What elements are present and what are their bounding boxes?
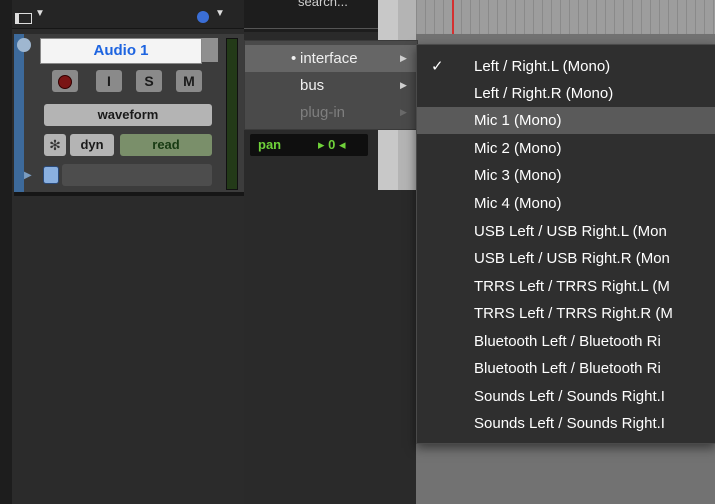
- interface-input-menu: ✓ Left / Right.L (Mono) Left / Right.R (…: [416, 44, 715, 444]
- submenu-item-interface[interactable]: • interface ▶: [245, 45, 417, 72]
- menu-item[interactable]: Mic 4 (Mono): [417, 190, 715, 217]
- level-meter: [226, 38, 238, 190]
- volume-icon[interactable]: [43, 166, 59, 184]
- input-type-submenu: • interface ▶ bus ▶ plug-in ▶: [244, 40, 418, 130]
- menu-item-label: TRRS Left / TRRS Right.L (M: [474, 278, 670, 295]
- menu-item[interactable]: Sounds Left / Sounds Right.I: [417, 410, 715, 437]
- track-color-bar: [14, 34, 24, 192]
- bullet-icon: •: [291, 50, 297, 67]
- elastic-audio-icon[interactable]: ✻: [44, 134, 66, 156]
- menu-item-label: TRRS Left / TRRS Right.R (M: [474, 305, 673, 322]
- menu-item-label: Bluetooth Left / Bluetooth Ri: [474, 333, 661, 350]
- menu-item-label: Sounds Left / Sounds Right.I: [474, 415, 665, 432]
- chevron-down-icon[interactable]: ▼: [215, 8, 225, 19]
- submenu-item-label: interface: [300, 50, 358, 67]
- chevron-right-icon: ▶: [400, 80, 407, 90]
- track-view-icon[interactable]: [15, 13, 32, 24]
- menu-item-label: Mic 3 (Mono): [474, 167, 562, 184]
- menu-item[interactable]: Mic 3 (Mono): [417, 162, 715, 189]
- pan-value-text: 0: [328, 137, 336, 152]
- menu-item-label: Bluetooth Left / Bluetooth Ri: [474, 360, 661, 377]
- menu-item-label: Mic 1 (Mono): [474, 112, 562, 129]
- submenu-item-label: plug-in: [300, 104, 346, 121]
- edit-window-left-edge: [0, 0, 12, 504]
- dyn-button[interactable]: dyn: [70, 134, 114, 156]
- pan-value[interactable]: ▸ 0 ◂: [318, 134, 346, 156]
- submenu-item-bus[interactable]: bus ▶: [245, 72, 417, 99]
- chevron-right-icon: ▶: [400, 107, 407, 117]
- expand-icon[interactable]: ▶: [24, 170, 32, 181]
- menu-item-label: Sounds Left / Sounds Right.I: [474, 388, 665, 405]
- menu-item[interactable]: Bluetooth Left / Bluetooth Ri: [417, 355, 715, 382]
- menu-item[interactable]: USB Left / USB Right.L (Mon: [417, 218, 715, 245]
- mute-button[interactable]: M: [176, 70, 202, 92]
- chevron-down-icon[interactable]: ▼: [35, 8, 45, 19]
- volume-fader[interactable]: [62, 164, 212, 186]
- menu-item-label: USB Left / USB Right.L (Mon: [474, 223, 667, 240]
- menu-item-label: Left / Right.L (Mono): [474, 58, 611, 75]
- collapse-track-icon[interactable]: [17, 38, 31, 52]
- menu-item[interactable]: TRRS Left / TRRS Right.R (M: [417, 300, 715, 327]
- record-icon: [58, 75, 72, 89]
- menu-item-label: Left / Right.R (Mono): [474, 85, 614, 102]
- menu-item-label: Mic 2 (Mono): [474, 140, 562, 157]
- menu-item[interactable]: Left / Right.R (Mono): [417, 80, 715, 107]
- timeline-ruler[interactable]: [416, 0, 715, 34]
- solo-button[interactable]: S: [136, 70, 162, 92]
- menu-item[interactable]: Bluetooth Left / Bluetooth Ri: [417, 328, 715, 355]
- track-name-field[interactable]: Audio 1: [40, 38, 202, 64]
- check-icon: ✓: [431, 58, 444, 75]
- submenu-item-plugin: plug-in ▶: [245, 99, 417, 126]
- playhead[interactable]: [452, 0, 454, 34]
- automation-mode-select[interactable]: read: [120, 134, 212, 156]
- submenu-item-label: bus: [300, 77, 325, 94]
- search-field[interactable]: search...: [298, 0, 348, 9]
- menu-item[interactable]: USB Left / USB Right.R (Mon: [417, 245, 715, 272]
- track-name-menu-button[interactable]: [202, 38, 218, 62]
- menu-item[interactable]: TRRS Left / TRRS Right.L (M: [417, 273, 715, 300]
- menu-item-label: USB Left / USB Right.R (Mon: [474, 250, 670, 267]
- menu-item[interactable]: ✓ Left / Right.L (Mono): [417, 53, 715, 80]
- menu-item[interactable]: Mic 1 (Mono): [417, 107, 715, 134]
- edit-header-bar: [12, 0, 244, 29]
- input-monitor-button[interactable]: I: [96, 70, 122, 92]
- chevron-right-icon: ▶: [400, 53, 407, 63]
- pan-label: pan: [258, 137, 282, 152]
- clock-icon[interactable]: [197, 11, 209, 23]
- menu-item-label: Mic 4 (Mono): [474, 195, 562, 212]
- menu-item[interactable]: Mic 2 (Mono): [417, 135, 715, 162]
- track-view-select[interactable]: waveform: [44, 104, 212, 126]
- menu-item[interactable]: Sounds Left / Sounds Right.I: [417, 383, 715, 410]
